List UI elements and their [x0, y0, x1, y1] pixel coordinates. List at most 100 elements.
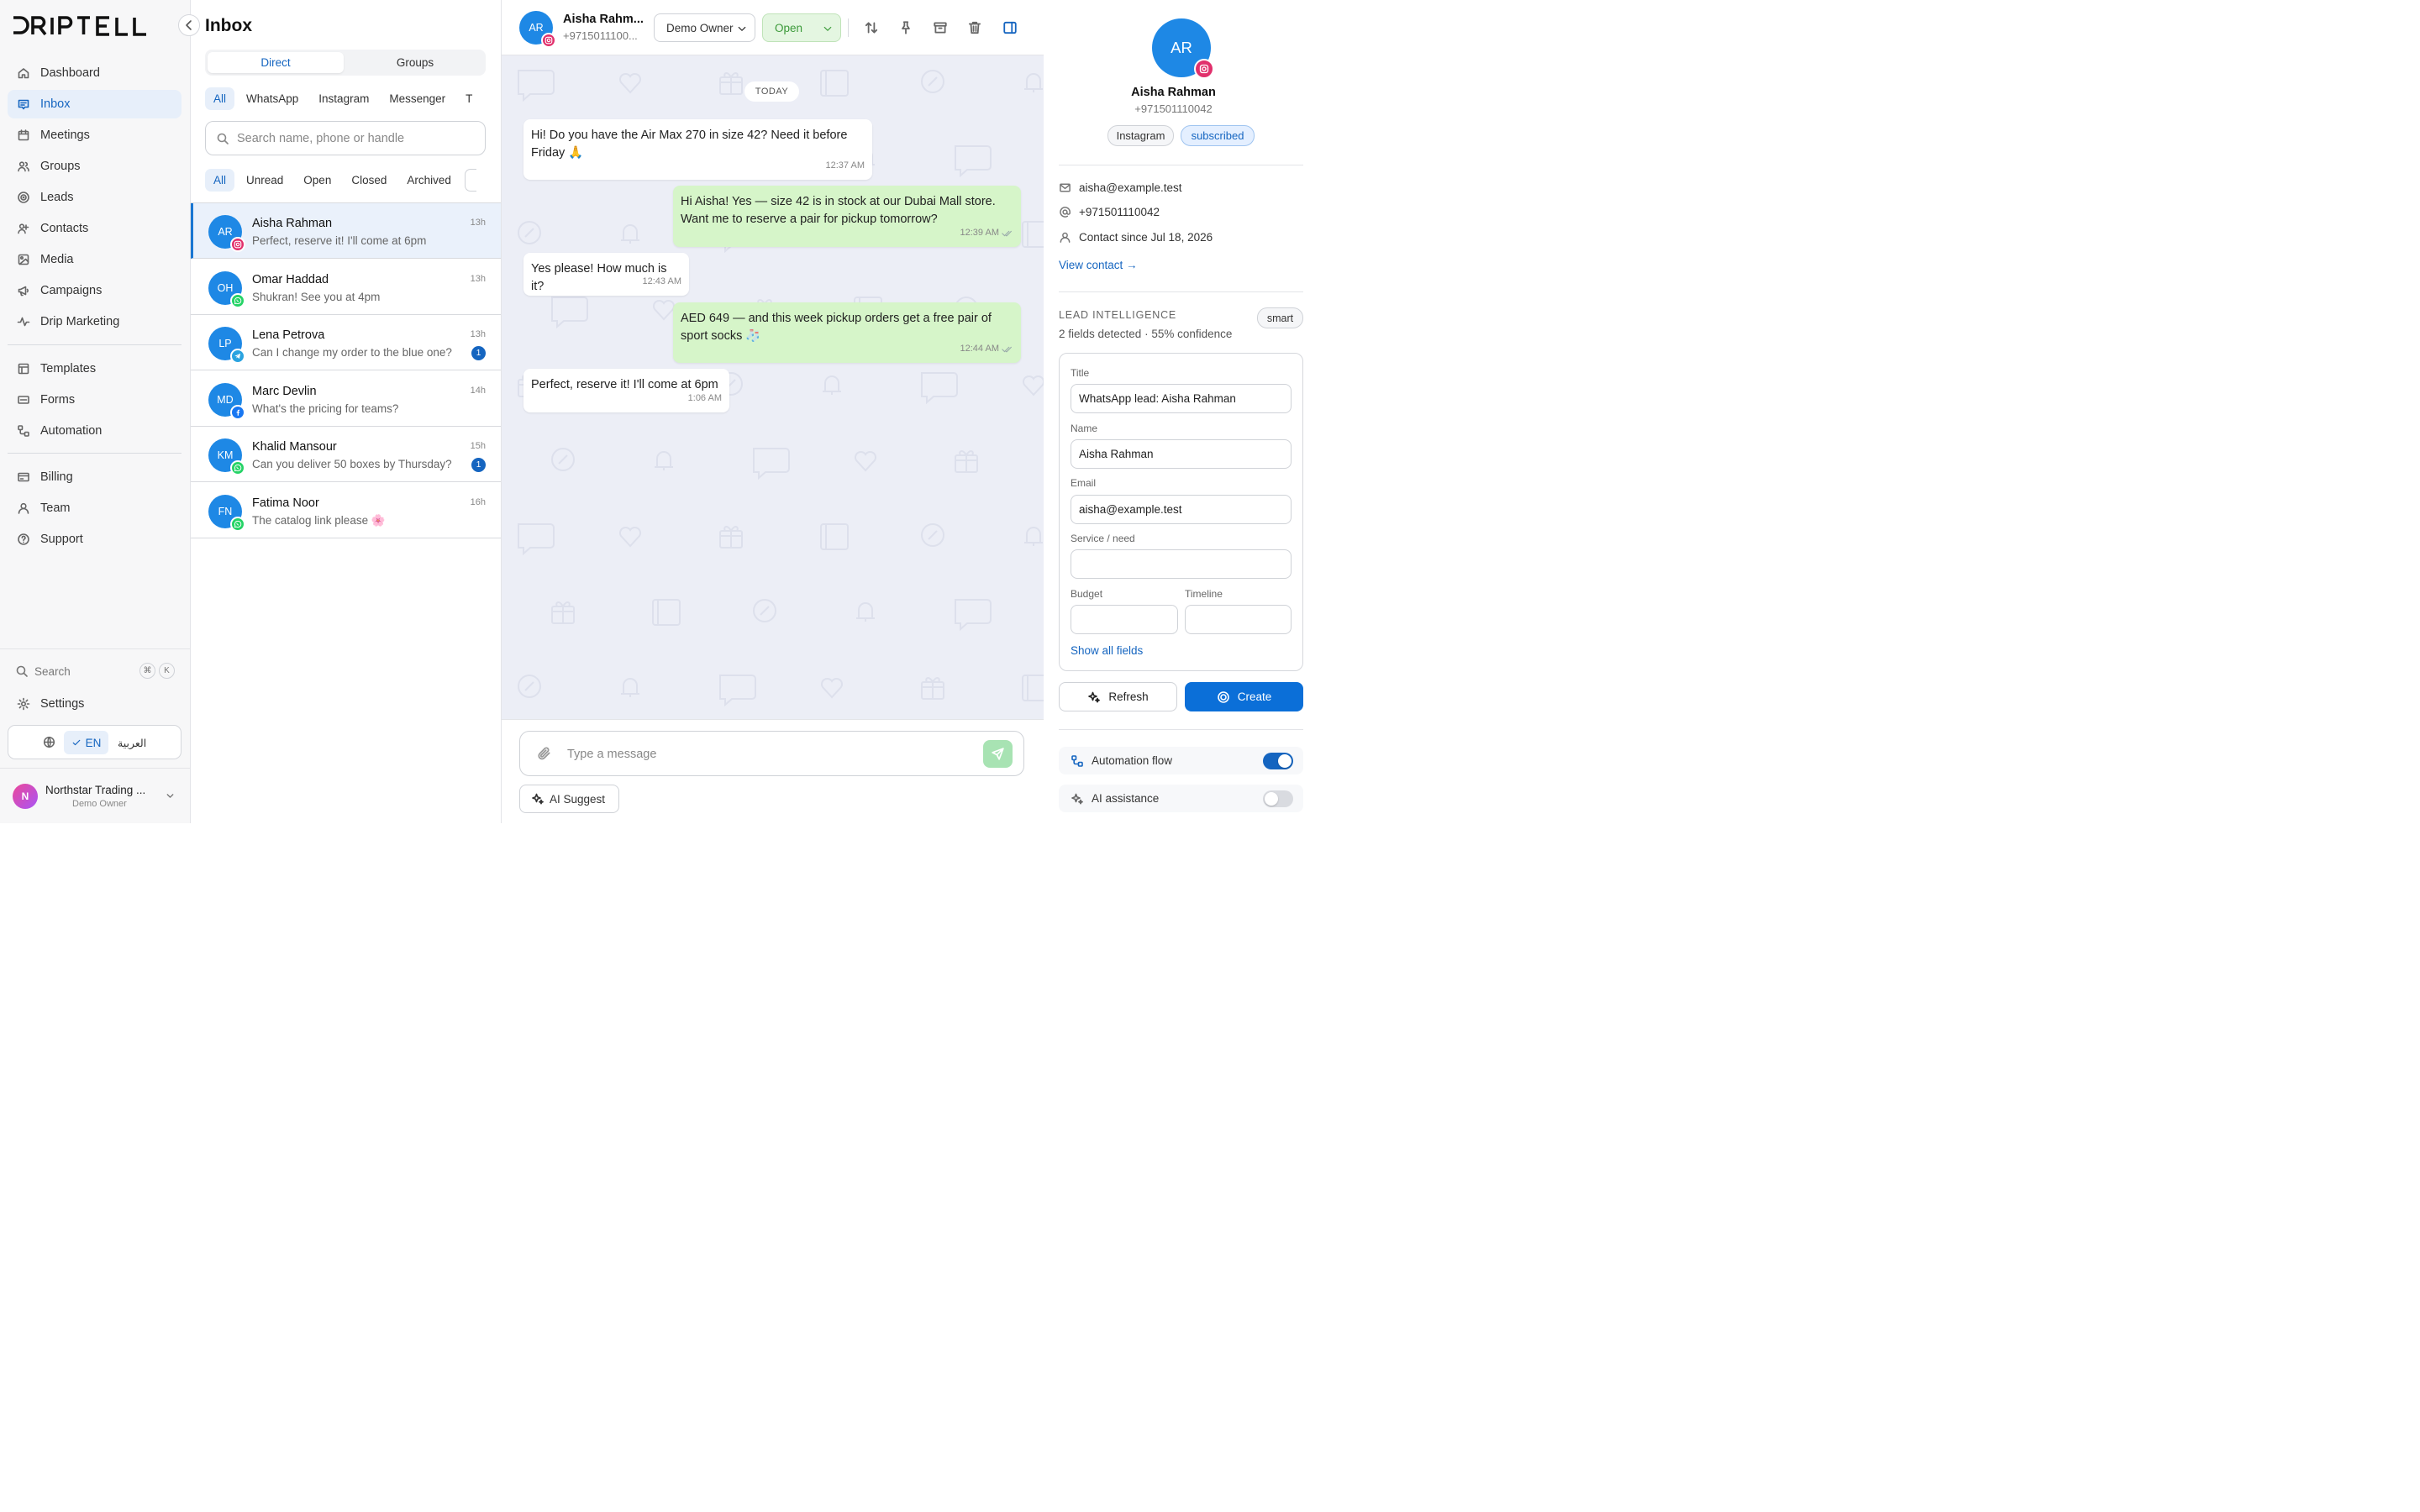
conversation-item[interactable]: KM Khalid Mansour Can you deliver 50 box…	[191, 427, 501, 482]
pattern-doodle	[652, 299, 676, 321]
paperclip-icon[interactable]	[537, 746, 552, 761]
message-time: 12:39 AM	[960, 228, 999, 238]
delete-button[interactable]	[967, 20, 982, 35]
filter-channel-messenger[interactable]: Messenger	[381, 87, 454, 110]
filter-channel-whatsapp[interactable]: WhatsApp	[238, 87, 307, 110]
sidebar-item-dashboard[interactable]: Dashboard	[8, 59, 182, 87]
filter-status-open[interactable]: Open	[295, 169, 339, 192]
driptell-logo[interactable]	[12, 16, 148, 36]
workflow-icon	[1071, 754, 1083, 767]
logo-wordmark	[13, 16, 146, 36]
toggle-switch[interactable]	[1263, 790, 1293, 807]
filter-channel-t[interactable]: T	[457, 87, 481, 110]
avatar: FN	[208, 494, 245, 532]
message-meta: 12:44 AM	[960, 340, 1013, 358]
lead-service-field[interactable]	[1071, 549, 1292, 579]
archive-button[interactable]	[933, 20, 948, 35]
filter-channel-all[interactable]: All	[205, 87, 235, 110]
sidebar-item-contacts[interactable]: Contacts	[8, 214, 182, 243]
panel-divider	[1059, 291, 1303, 292]
lang-option-en[interactable]: EN	[64, 731, 108, 754]
incoming-message[interactable]: Hi! Do you have the Air Max 270 in size …	[523, 119, 872, 180]
message-input[interactable]	[567, 743, 971, 765]
refresh-button[interactable]: Refresh	[1059, 682, 1177, 711]
whatsapp-icon	[234, 297, 242, 304]
sidebar-item-campaigns[interactable]: Campaigns	[8, 276, 182, 305]
telegram-icon	[234, 353, 241, 360]
lead-budget-field[interactable]	[1071, 605, 1178, 634]
status-select[interactable]: Open	[762, 13, 841, 42]
filter-status-all[interactable]: All	[205, 169, 235, 192]
sidebar-item-meetings[interactable]: Meetings	[8, 121, 182, 150]
message-area[interactable]: TODAY Hi! Do you have the Air Max 270 in…	[502, 55, 1044, 719]
send-button[interactable]	[983, 740, 1013, 768]
sidebar-item-inbox[interactable]: Inbox	[8, 90, 182, 118]
sidebar-item-automation[interactable]: Automation	[8, 417, 182, 445]
pattern-doodle	[655, 451, 673, 470]
sidebar-item-drip-marketing[interactable]: Drip Marketing	[8, 307, 182, 336]
pattern-doodle	[921, 70, 944, 93]
conversation-item[interactable]: LP Lena Petrova Can I change my order to…	[191, 315, 501, 370]
filter-status-closed[interactable]: Closed	[343, 169, 395, 192]
filter-status-archived[interactable]: Archived	[398, 169, 460, 192]
lead-title-field[interactable]	[1071, 384, 1292, 413]
sidebar-item-billing[interactable]: Billing	[8, 463, 182, 491]
conversation-item[interactable]: MD Marc Devlin What's the pricing for te…	[191, 371, 501, 427]
search-icon	[217, 133, 229, 144]
outgoing-message[interactable]: AED 649 — and this week pickup orders ge…	[673, 302, 1021, 363]
sidebar-item-templates[interactable]: Templates	[8, 354, 182, 383]
sidebar-item-forms[interactable]: Forms	[8, 386, 182, 414]
sort-button[interactable]	[864, 20, 879, 35]
sidebar-item-groups[interactable]: Groups	[8, 152, 182, 181]
conversation-item[interactable]: OH Omar Haddad Shukran! See you at 4pm 1…	[191, 260, 501, 315]
outgoing-message[interactable]: Hi Aisha! Yes — size 42 is in stock at o…	[673, 186, 1021, 247]
tab-direct[interactable]: Direct	[208, 52, 344, 73]
toggle-knob	[1265, 792, 1278, 806]
toggle-contact-panel-button[interactable]	[1002, 20, 1018, 35]
show-all-fields-link[interactable]: Show all fields	[1071, 644, 1143, 657]
send-icon	[992, 748, 1004, 760]
pin-button[interactable]	[898, 20, 913, 35]
lead-form-card: Title Name Email Service / need Budget T…	[1059, 353, 1303, 671]
status-filter-bar: All Unread Open Closed Archived	[205, 169, 486, 192]
whatsapp-icon	[234, 520, 242, 528]
global-search-button[interactable]: Search ⌘ K	[8, 659, 182, 683]
pin-icon	[902, 21, 910, 34]
owner-select[interactable]: Demo Owner	[654, 13, 755, 42]
create-lead-button[interactable]: Create	[1185, 682, 1303, 711]
lead-name-field[interactable]	[1071, 439, 1292, 469]
collapse-sidebar-button[interactable]	[178, 14, 200, 36]
incoming-message[interactable]: Yes please! How much is it? 12:43 AM	[523, 253, 689, 296]
view-contact-link[interactable]: View contact →	[1059, 259, 1138, 271]
lead-timeline-field[interactable]	[1185, 605, 1292, 634]
ai-suggest-button[interactable]: AI Suggest	[519, 785, 619, 813]
incoming-message[interactable]: Perfect, reserve it! I'll come at 6pm 1:…	[523, 369, 729, 412]
filter-channel-instagram[interactable]: Instagram	[310, 87, 377, 110]
sidebar-item-support[interactable]: Support	[8, 525, 182, 554]
avatar-initials: OH	[217, 281, 234, 294]
tab-groups[interactable]: Groups	[347, 52, 483, 73]
workspace-profile[interactable]: N Northstar Trading ... Demo Owner	[0, 768, 191, 823]
sidebar-item-leads[interactable]: Leads	[8, 183, 182, 212]
lead-email-field[interactable]	[1071, 495, 1292, 524]
home-icon	[18, 68, 29, 79]
pattern-doodle	[955, 599, 992, 632]
sidebar-item-settings[interactable]: Settings	[8, 690, 182, 718]
sidebar-item-label: Billing	[40, 470, 73, 484]
mail-icon	[1060, 183, 1071, 192]
filter-overflow-button[interactable]	[464, 169, 476, 192]
instagram-badge	[541, 33, 556, 48]
lang-option-ar[interactable]: العربية	[118, 737, 146, 749]
sidebar-item-media[interactable]: Media	[8, 245, 182, 274]
conversation-item[interactable]: AR Aisha Rahman Perfect, reserve it! I'l…	[191, 203, 501, 259]
filter-status-unread[interactable]: Unread	[238, 169, 292, 192]
avatar-initials: AR	[1171, 39, 1192, 56]
conversation-item[interactable]: FN Fatima Noor The catalog link please 🌸…	[191, 483, 501, 538]
pattern-doodle	[820, 70, 849, 97]
search-input[interactable]	[237, 131, 472, 145]
sidebar-item-team[interactable]: Team	[8, 494, 182, 522]
toggle-switch[interactable]	[1263, 753, 1293, 769]
avatar: AR	[208, 215, 245, 252]
instagram-icon	[234, 240, 242, 249]
avatar[interactable]: AR	[519, 11, 556, 48]
